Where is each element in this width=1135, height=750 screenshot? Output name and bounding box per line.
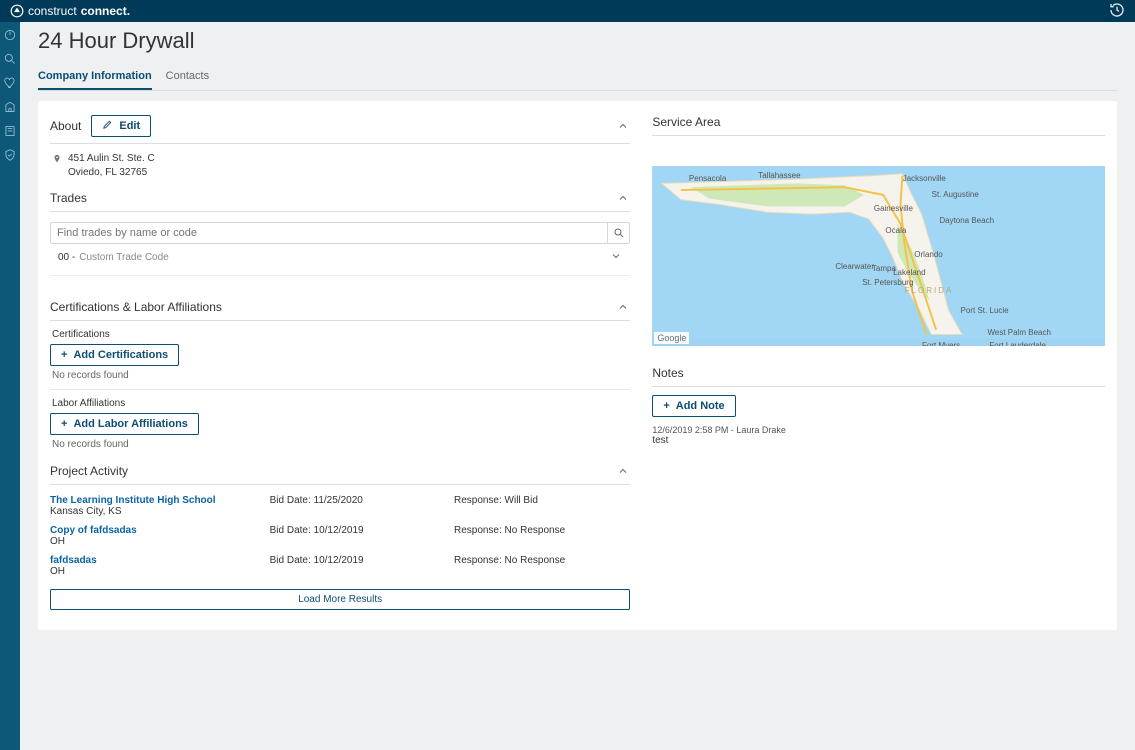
load-more-button[interactable]: Load More Results	[50, 589, 630, 610]
trade-name: Custom Trade Code	[79, 252, 169, 263]
activity-header: Project Activity	[50, 460, 630, 485]
activity-bid-date: Bid Date: 11/25/2020	[270, 495, 446, 517]
certs-collapse-icon[interactable]	[616, 300, 630, 314]
notes-heading: Notes	[652, 366, 683, 380]
map-city-label: Fort Myers	[922, 341, 960, 346]
edit-button[interactable]: Edit	[91, 115, 151, 137]
brand-logo-icon	[10, 4, 24, 18]
add-note-button[interactable]: + Add Note	[652, 395, 735, 417]
activity-bid-date: Bid Date: 10/12/2019	[270, 555, 446, 577]
activity-heading: Project Activity	[50, 464, 128, 478]
activity-location: OH	[50, 536, 262, 547]
nav-dashboard-icon[interactable]	[3, 28, 17, 42]
trades-heading: Trades	[50, 191, 87, 205]
activity-response: Response: Will Bid	[454, 495, 630, 517]
certifications-label: Certifications	[52, 329, 630, 340]
address-text: 451 Aulin St. Ste. C Oviedo, FL 32765	[68, 152, 155, 179]
plus-icon: +	[61, 349, 67, 361]
add-certifications-label: Add Certifications	[73, 349, 168, 361]
service-area-heading: Service Area	[652, 115, 720, 129]
brand-text-bold: connect.	[81, 4, 130, 18]
trades-search	[50, 222, 630, 244]
trades-search-button[interactable]	[607, 222, 629, 244]
page: 24 Hour Drywall Company Information Cont…	[20, 22, 1135, 648]
trades-collapse-icon[interactable]	[616, 191, 630, 205]
left-nav-rail	[0, 22, 20, 750]
address-line2: Oviedo, FL 32765	[68, 166, 155, 180]
add-labor-affiliations-button[interactable]: + Add Labor Affiliations	[50, 413, 199, 435]
trade-row[interactable]: 00 - Custom Trade Code	[50, 244, 630, 271]
activity-title[interactable]: The Learning Institute High School	[50, 495, 262, 506]
trades-header: Trades	[50, 187, 630, 212]
pencil-icon	[102, 119, 113, 133]
tab-contacts[interactable]: Contacts	[166, 66, 209, 90]
address-line1: 451 Aulin St. Ste. C	[68, 152, 155, 166]
nav-search-icon[interactable]	[3, 52, 17, 66]
tab-company-info[interactable]: Company Information	[38, 66, 152, 90]
labor-no-records: No records found	[52, 439, 630, 450]
top-bar: construct connect.	[0, 0, 1135, 22]
plus-icon: +	[663, 400, 669, 412]
activity-bid-date: Bid Date: 10/12/2019	[270, 525, 446, 547]
add-certifications-button[interactable]: + Add Certifications	[50, 344, 179, 366]
chevron-down-icon	[610, 250, 622, 265]
service-area-header: Service Area	[652, 111, 1105, 136]
nav-company-icon[interactable]	[3, 100, 17, 114]
brand-text-light: construct	[28, 4, 77, 18]
certs-body: Certifications + Add Certifications No r…	[50, 329, 630, 450]
right-column: Service Area PensacolaTallahasseeJackson…	[652, 111, 1105, 610]
nav-report-icon[interactable]	[3, 124, 17, 138]
activity-row: Copy of fafdsadas OH Bid Date: 10/12/201…	[50, 521, 630, 551]
map-attribution: Google	[654, 332, 689, 344]
about-header: About Edit	[50, 111, 630, 144]
activity-location: OH	[50, 566, 262, 577]
map-pin-icon	[52, 152, 62, 166]
activity-location: Kansas City, KS	[50, 506, 262, 517]
activity-collapse-icon[interactable]	[616, 464, 630, 478]
about-body: 451 Aulin St. Ste. C Oviedo, FL 32765	[50, 144, 630, 187]
left-column: About Edit 451 Aulin St. Ste. C Oviedo, …	[50, 111, 630, 610]
activity-response: Response: No Response	[454, 555, 630, 577]
add-labor-label: Add Labor Affiliations	[73, 418, 187, 430]
activity-row: The Learning Institute High School Kansa…	[50, 491, 630, 521]
about-collapse-icon[interactable]	[616, 119, 630, 133]
plus-icon: +	[61, 418, 67, 430]
add-note-label: Add Note	[676, 400, 725, 412]
activity-title[interactable]: fafdsadas	[50, 555, 262, 566]
trades-search-input[interactable]	[57, 223, 607, 243]
nav-heart-icon[interactable]	[3, 76, 17, 90]
about-heading: About	[50, 119, 81, 133]
activity-body: The Learning Institute High School Kansa…	[50, 485, 630, 610]
note-text: test	[652, 435, 1105, 446]
trade-code: 00 -	[58, 252, 75, 263]
content-grid: About Edit 451 Aulin St. Ste. C Oviedo, …	[38, 101, 1117, 630]
page-title: 24 Hour Drywall	[38, 22, 1117, 56]
certs-heading: Certifications & Labor Affiliations	[50, 300, 222, 314]
edit-button-label: Edit	[119, 120, 140, 132]
labor-affiliations-label: Labor Affiliations	[52, 398, 630, 409]
service-area-map[interactable]: PensacolaTallahasseeJacksonvilleSt. Augu…	[652, 166, 1105, 346]
activity-response: Response: No Response	[454, 525, 630, 547]
map-city-label: Fort Lauderdale	[989, 341, 1045, 346]
notes-header: Notes	[652, 362, 1105, 387]
note-meta: 12/6/2019 2:58 PM - Laura Drake	[652, 425, 1105, 435]
brand[interactable]: construct connect.	[10, 4, 130, 18]
cert-no-records: No records found	[52, 370, 630, 381]
tabs: Company Information Contacts	[38, 66, 1117, 91]
activity-title[interactable]: Copy of fafdsadas	[50, 525, 262, 536]
map-illustration	[652, 166, 1105, 339]
certs-header: Certifications & Labor Affiliations	[50, 296, 630, 321]
trades-body: 00 - Custom Trade Code	[50, 212, 630, 278]
nav-shield-icon[interactable]	[3, 148, 17, 162]
activity-row: fafdsadas OH Bid Date: 10/12/2019 Respon…	[50, 551, 630, 581]
history-icon[interactable]	[1109, 2, 1125, 21]
notes-body: + Add Note 12/6/2019 2:58 PM - Laura Dra…	[652, 387, 1105, 446]
